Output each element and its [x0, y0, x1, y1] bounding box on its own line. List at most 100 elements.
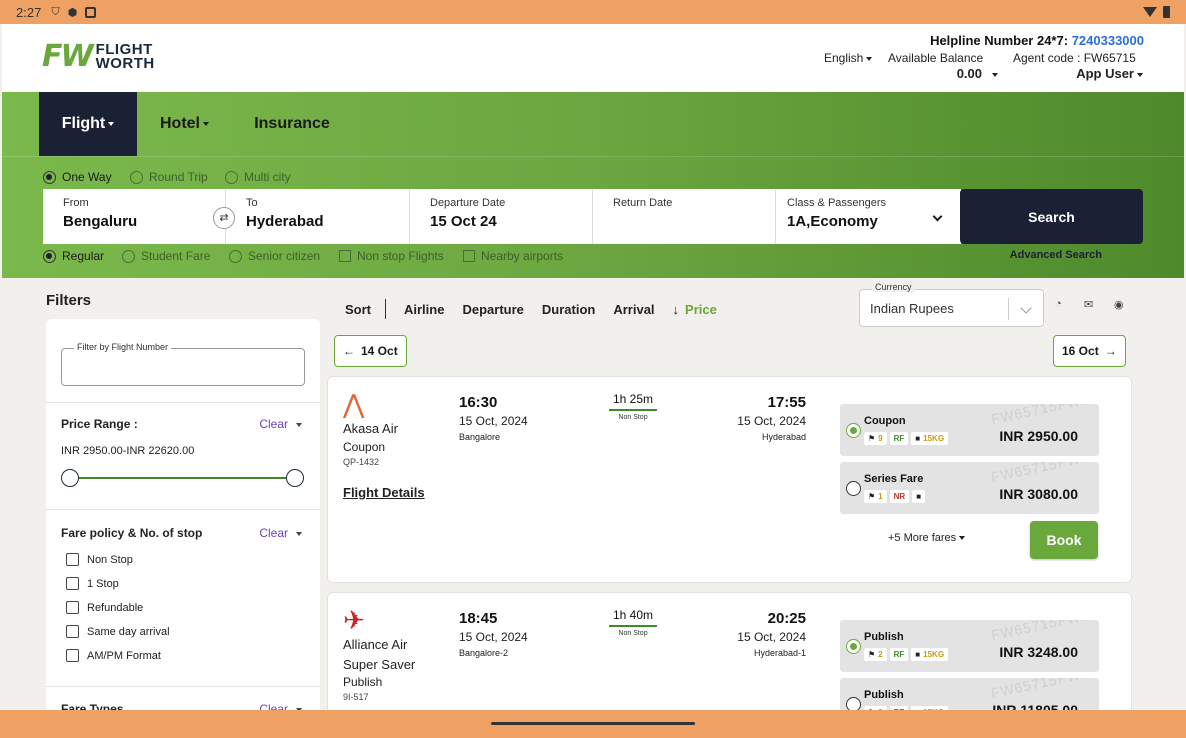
filter-refundable[interactable]: Refundable — [66, 601, 143, 614]
from-field[interactable]: From Bengaluru ⇄ — [43, 189, 235, 244]
currency-label: Currency — [872, 282, 915, 292]
more-fares-link[interactable]: +5 More fares — [888, 532, 966, 544]
flight-number-input[interactable]: Filter by Flight Number — [61, 342, 305, 386]
checkbox-icon — [339, 250, 351, 262]
departure-date: 15 Oct, 2024 — [459, 414, 528, 428]
mail-icon[interactable]: ✉ — [1084, 298, 1093, 311]
balance-dropdown[interactable]: Available Balance 0.00 — [888, 51, 998, 81]
filter-1-stop-label: 1 Stop — [87, 577, 119, 590]
to-field[interactable]: To Hyderabad — [226, 189, 410, 244]
logo-name-line2: WORTH — [95, 55, 155, 72]
eye-icon[interactable]: ◉ — [1114, 298, 1124, 311]
tab-flight-label: Flight — [61, 115, 106, 132]
watermark: FW65715FW65 — [989, 620, 1099, 644]
book-button[interactable]: Book — [1030, 521, 1098, 559]
home-gesture-handle[interactable] — [491, 722, 695, 725]
app-icon — [85, 6, 97, 18]
radio-icon — [846, 423, 861, 438]
watermark: FW65715FW65 — [989, 404, 1099, 428]
balance-label: Available Balance — [888, 51, 984, 65]
fare-price: INR 3080.00 — [999, 486, 1078, 502]
whatsapp-icon[interactable]: ◔ — [1055, 298, 1062, 310]
radio-icon — [43, 170, 56, 184]
fare-senior[interactable]: Senior citizen — [229, 249, 320, 263]
brand-logo[interactable]: FW FLIGHT WORTH — [42, 42, 155, 72]
chevron-down-icon — [866, 56, 873, 61]
trip-round-trip-label: Round Trip — [149, 170, 208, 184]
next-date-button[interactable]: 16 Oct → — [1053, 335, 1126, 367]
non-stop-checkbox[interactable]: Non stop Flights — [339, 249, 444, 263]
filter-non-stop-label: Non Stop — [87, 553, 133, 566]
price-slider-track[interactable] — [70, 477, 295, 479]
airline-subtitle: Super Saver — [343, 657, 416, 672]
chevron-down-icon — [1020, 302, 1032, 314]
filter-same-day[interactable]: Same day arrival — [66, 625, 170, 638]
helpline-number[interactable]: 7240333000 — [1072, 33, 1144, 48]
flight-duration: 1h 40m — [612, 608, 654, 622]
departure-city: Bangalore — [459, 432, 501, 442]
tab-insurance[interactable]: Insurance — [242, 92, 342, 156]
fare-student[interactable]: Student Fare — [122, 249, 210, 263]
seats-badge: ⚑ 2 — [864, 648, 887, 661]
next-date-label: 16 Oct — [1062, 344, 1099, 358]
price-slider-max-handle[interactable] — [286, 469, 304, 487]
baggage-badge: ■15KG — [911, 648, 949, 661]
airline-name: Alliance Air — [343, 637, 408, 652]
fare-option[interactable]: FW65715FW65 Publish ⚑ 2 RF ■ 15KG INR 3248… — [840, 620, 1099, 672]
price-range-title: Price Range : — [61, 417, 138, 431]
fare-option[interactable]: FW65715FW65 Coupon ⚑ 9 RF ■ 15KG INR 2950.… — [840, 404, 1099, 456]
price-slider-min-handle[interactable] — [61, 469, 79, 487]
radio-icon — [846, 639, 861, 654]
status-time: 2:27 — [16, 4, 42, 20]
radio-icon — [846, 481, 861, 496]
filter-non-stop[interactable]: Non Stop — [66, 553, 133, 566]
agent-dropdown[interactable]: Agent code : FW65715 App User — [1013, 51, 1143, 81]
system-nav-bar — [0, 710, 1186, 738]
stops-label: Non Stop — [618, 630, 648, 637]
fare-price: INR 2950.00 — [999, 428, 1078, 444]
trip-multi-city[interactable]: Multi city — [225, 170, 291, 184]
sort-price[interactable]: ↓ Price — [673, 302, 717, 317]
chevron-down-icon — [296, 531, 302, 536]
search-button[interactable]: Search — [960, 189, 1143, 244]
language-selector[interactable]: English — [824, 51, 873, 65]
filter-1-stop[interactable]: 1 Stop — [66, 577, 119, 590]
tab-hotel[interactable]: Hotel — [137, 92, 232, 156]
currency-select[interactable]: Currency Indian Rupees — [859, 282, 1044, 327]
currency-value: Indian Rupees — [870, 301, 954, 316]
flight-details-link[interactable]: Flight Details — [343, 485, 425, 500]
filter-am-pm[interactable]: AM/PM Format — [66, 649, 161, 662]
nearby-airports-checkbox[interactable]: Nearby airports — [463, 249, 563, 263]
sort-departure[interactable]: Departure — [462, 302, 523, 317]
tab-insurance-label: Insurance — [254, 115, 330, 132]
price-range-clear[interactable]: Clear — [259, 417, 302, 431]
advanced-search-link[interactable]: Advanced Search — [1010, 249, 1102, 261]
flight-card: ✈ Alliance Air Super Saver Publish 9I-51… — [327, 592, 1132, 730]
fare-policy-section: Fare policy & No. of stop Clear Non Stop… — [46, 510, 320, 687]
fare-option[interactable]: FW65715FW65 Series Fare ⚑ 1 NR ■ INR 3080… — [840, 462, 1099, 514]
watermark: FW65715FW65 — [989, 678, 1099, 702]
trip-round-trip[interactable]: Round Trip — [130, 170, 208, 184]
sort-duration[interactable]: Duration — [542, 302, 595, 317]
prev-date-button[interactable]: ← 14 Oct — [334, 335, 407, 367]
checkbox-icon — [463, 250, 475, 262]
search-panel: Flight Hotel Insurance One Way Round Tri… — [2, 92, 1184, 278]
balance-value: 0.00 — [956, 66, 982, 81]
return-date-field[interactable]: Return Date — [593, 189, 776, 244]
departure-time: 16:30 — [459, 394, 498, 411]
class-passengers-field[interactable]: Class & Passengers 1A,Economy — [776, 189, 961, 244]
divider — [385, 299, 386, 319]
from-value: Bengaluru — [63, 213, 138, 230]
to-label: To — [246, 197, 258, 209]
agent-user: App User — [1076, 66, 1134, 81]
tab-flight[interactable]: Flight — [39, 92, 137, 156]
non-stop-label: Non stop Flights — [357, 249, 444, 263]
trip-one-way[interactable]: One Way — [43, 170, 112, 184]
flight-number-label: Filter by Flight Number — [74, 342, 172, 352]
departure-date-field[interactable]: Departure Date 15 Oct 24 — [410, 189, 593, 244]
seats-count: 9 — [878, 434, 883, 443]
sort-arrival[interactable]: Arrival — [613, 302, 654, 317]
sort-airline[interactable]: Airline — [404, 302, 444, 317]
fare-regular[interactable]: Regular — [43, 249, 104, 263]
fare-policy-clear[interactable]: Clear — [259, 526, 302, 540]
